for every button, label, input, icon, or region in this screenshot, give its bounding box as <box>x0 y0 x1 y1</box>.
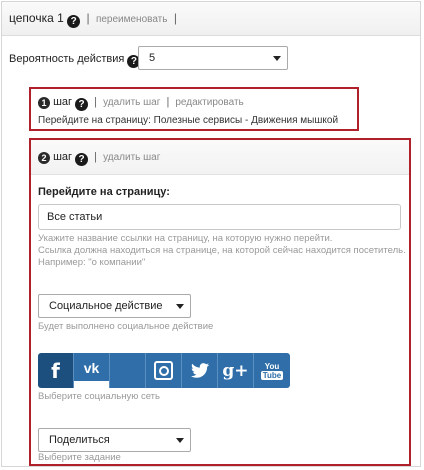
step-label: шаг <box>53 96 73 108</box>
step-label: шаг <box>53 151 73 163</box>
chevron-down-icon <box>273 56 281 61</box>
google-plus-icon: g+ <box>222 360 249 381</box>
task-value: Поделиться <box>49 434 110 446</box>
task-select[interactable]: Поделиться <box>38 428 191 452</box>
probability-value: 5 <box>149 52 156 64</box>
step-1-card: 1 шаг ? | удалить шаг | редактировать Пе… <box>29 87 359 131</box>
separator: | <box>166 96 170 108</box>
separator: | <box>94 96 98 108</box>
step-1-header: 1 шаг ? | удалить шаг | редактировать <box>38 96 244 111</box>
separator: | <box>173 11 177 25</box>
youtube-button[interactable]: You Tube <box>254 353 290 388</box>
action-type-select[interactable]: Социальное действие <box>38 294 191 318</box>
help-icon[interactable]: ? <box>75 98 89 111</box>
delete-step-link[interactable]: удалить шаг <box>103 152 160 163</box>
help-icon[interactable]: ? <box>67 15 81 28</box>
target-page-hint: Укажите название ссылки на страницу, на … <box>38 233 333 244</box>
separator: | <box>94 151 98 163</box>
step-2-card: 2 шаг ? | удалить шаг Перейдите на стран… <box>29 138 411 466</box>
chain-title-row: цепочка 1 ? | переименовать | <box>9 11 180 28</box>
step-2-header: 2 шаг ? | удалить шаг <box>38 151 160 166</box>
vk-icon: vk <box>83 359 100 376</box>
step-1-description: Перейдите на страницу: Полезные сервисы … <box>38 115 339 126</box>
target-page-label: Перейдите на страницу: <box>38 186 170 198</box>
twitter-button[interactable] <box>182 353 218 388</box>
twitter-icon <box>190 363 209 378</box>
action-type-value: Социальное действие <box>49 300 163 312</box>
social-network-hint: Выберите социальную сеть <box>38 391 160 402</box>
chevron-down-icon <box>176 304 184 309</box>
task-hint: Выберите задание <box>38 452 121 463</box>
instagram-button[interactable] <box>146 353 182 388</box>
target-page-hint: Ссылка должна находиться на странице, на… <box>38 245 406 256</box>
edit-step-link[interactable]: редактировать <box>175 97 243 108</box>
youtube-icon: You Tube <box>260 361 284 380</box>
chain-header: цепочка 1 ? | переименовать | <box>2 2 420 36</box>
probability-label: Вероятность действия ? <box>9 53 141 68</box>
step-number-badge: 1 <box>38 97 50 109</box>
rename-link[interactable]: переименовать <box>96 14 168 25</box>
step-number-badge: 2 <box>38 152 50 164</box>
social-network-bar: f vk g+ You Tube <box>38 353 292 388</box>
google-plus-button[interactable]: g+ <box>218 353 254 388</box>
facebook-button[interactable]: f <box>38 353 74 388</box>
target-page-input[interactable]: Все статьи <box>38 204 401 230</box>
help-icon[interactable]: ? <box>75 153 89 166</box>
action-type-hint: Будет выполнено социальное действие <box>38 321 214 332</box>
delete-step-link[interactable]: удалить шаг <box>103 97 160 108</box>
chain-panel: цепочка 1 ? | переименовать | Вероятност… <box>1 1 421 467</box>
blank-button[interactable] <box>110 353 146 388</box>
facebook-icon: f <box>51 358 60 383</box>
chain-title: цепочка 1 <box>9 11 64 25</box>
probability-select[interactable]: 5 <box>138 46 288 70</box>
target-page-hint: Например: "о компании" <box>38 257 146 268</box>
vk-button[interactable]: vk <box>74 353 110 388</box>
chevron-down-icon <box>176 438 184 443</box>
separator: | <box>86 11 90 25</box>
instagram-icon <box>154 361 173 380</box>
